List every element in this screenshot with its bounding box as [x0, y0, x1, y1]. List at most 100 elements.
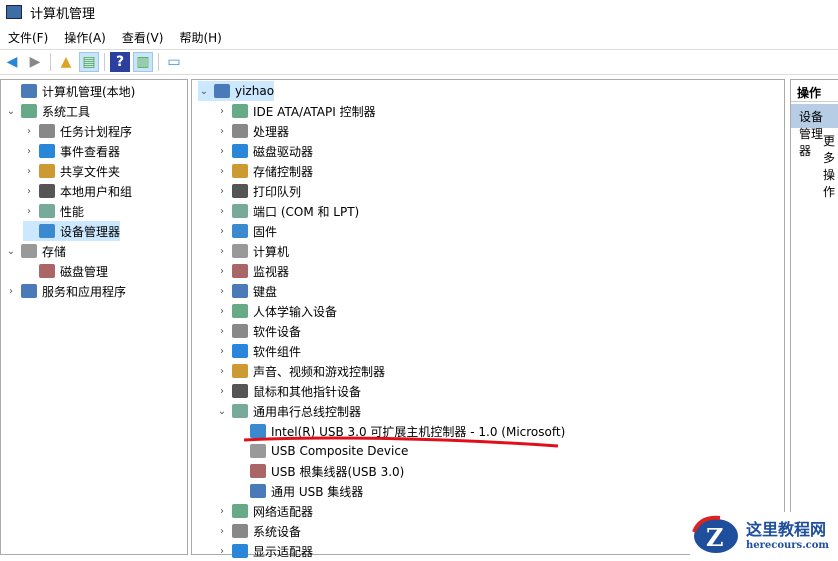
device-icon: [39, 264, 55, 278]
tree-item[interactable]: › 处理器: [216, 121, 289, 141]
chevron-right-icon[interactable]: ›: [216, 526, 228, 537]
tree-item[interactable]: ⌄ 系统工具: [5, 101, 90, 121]
forward-arrow-icon[interactable]: ▶: [25, 52, 45, 72]
tree-item[interactable]: › 任务计划程序: [23, 121, 132, 141]
tree-item[interactable]: 计算机管理(本地): [5, 81, 135, 101]
tree-item[interactable]: ⌄ yizhao: [198, 81, 275, 101]
tree-item[interactable]: › 存储控制器: [216, 161, 313, 181]
tree-item[interactable]: › 事件查看器: [23, 141, 120, 161]
tree-item-label: 监视器: [253, 264, 290, 279]
actions-device-manager[interactable]: 设备管理器: [791, 104, 838, 158]
tree-item[interactable]: › 软件设备: [216, 321, 301, 341]
tree-item[interactable]: › 计算机: [216, 241, 289, 261]
chevron-right-icon[interactable]: ›: [216, 166, 228, 177]
device-icon: [232, 264, 248, 278]
tree-item[interactable]: USB 根集线器(USB 3.0): [234, 461, 404, 481]
tree-item[interactable]: › IDE ATA/ATAPI 控制器: [216, 101, 376, 121]
chevron-right-icon[interactable]: ›: [216, 186, 228, 197]
chevron-right-icon[interactable]: ›: [216, 106, 228, 117]
chevron-right-icon[interactable]: ›: [23, 166, 35, 177]
monitor-icon[interactable]: ▭: [164, 52, 184, 72]
tree-item[interactable]: › 人体学输入设备: [216, 301, 337, 321]
device-icon: [39, 224, 55, 238]
chevron-right-icon[interactable]: ›: [216, 206, 228, 217]
tree-item[interactable]: 磁盘管理: [23, 261, 108, 281]
help-icon[interactable]: ?: [110, 52, 130, 72]
tree-item-label: 网络适配器: [253, 504, 314, 519]
device-icon: [232, 384, 248, 398]
device-icon: [39, 164, 55, 178]
up-folder-icon[interactable]: ▲: [56, 52, 76, 72]
tree-item[interactable]: › 性能: [23, 201, 84, 221]
tree-item[interactable]: › 显示适配器: [216, 541, 313, 561]
chevron-right-icon[interactable]: ›: [216, 126, 228, 137]
tree-item[interactable]: › 鼠标和其他指针设备: [216, 381, 361, 401]
tree-item-label: 处理器: [253, 124, 290, 139]
chevron-right-icon[interactable]: ›: [5, 286, 17, 297]
tree-item-label: 共享文件夹: [60, 164, 121, 179]
chevron-right-icon[interactable]: ›: [23, 186, 35, 197]
chevron-down-icon[interactable]: ⌄: [5, 246, 17, 257]
menu-help[interactable]: 帮助(H): [171, 26, 229, 48]
tree-item[interactable]: › 系统设备: [216, 521, 301, 541]
device-icon: [232, 344, 248, 358]
tree-item-label: 声音、视频和游戏控制器: [253, 364, 386, 379]
show-hide-tree-icon[interactable]: ▤: [79, 52, 99, 72]
tree-item[interactable]: › 网络适配器: [216, 501, 313, 521]
chevron-down-icon[interactable]: ⌄: [216, 406, 228, 417]
device-icon: [232, 144, 248, 158]
chevron-right-icon[interactable]: ›: [216, 506, 228, 517]
tree-item[interactable]: ⌄ 存储: [5, 241, 66, 261]
chevron-right-icon[interactable]: ›: [216, 146, 228, 157]
menu-action[interactable]: 操作(A): [56, 26, 114, 48]
back-arrow-icon[interactable]: ◀: [2, 52, 22, 72]
chevron-right-icon[interactable]: ›: [216, 306, 228, 317]
tree-item-label: 设备管理器: [60, 224, 121, 239]
tree-item[interactable]: › 打印队列: [216, 181, 301, 201]
svg-text:Z: Z: [706, 523, 724, 552]
chevron-right-icon[interactable]: ›: [216, 326, 228, 337]
tree-item[interactable]: › 声音、视频和游戏控制器: [216, 361, 385, 381]
tree-item-label: 系统设备: [253, 524, 302, 539]
device-icon: [232, 204, 248, 218]
watermark-logo: Z 这里教程网 herecours.com: [690, 512, 838, 555]
show-action-pane-icon[interactable]: ▥: [133, 52, 153, 72]
chevron-right-icon[interactable]: ›: [216, 386, 228, 397]
chevron-right-icon[interactable]: ›: [23, 206, 35, 217]
logo-z-icon: Z: [692, 515, 738, 553]
tree-item[interactable]: ⌄ 通用串行总线控制器: [216, 401, 361, 421]
chevron-right-icon[interactable]: ›: [23, 146, 35, 157]
tree-item[interactable]: › 磁盘驱动器: [216, 141, 313, 161]
chevron-right-icon[interactable]: ›: [216, 346, 228, 357]
chevron-right-icon[interactable]: ›: [216, 226, 228, 237]
tree-item[interactable]: › 服务和应用程序: [5, 281, 126, 301]
tree-item[interactable]: 设备管理器: [23, 221, 121, 241]
console-tree: 计算机管理(本地) ⌄ 系统工具 › 任务计划程序 › 事件查看器 › 共享文件夹 › 本地用户和组…: [0, 79, 188, 555]
device-icon: [232, 544, 248, 558]
tree-item-label: 显示适配器: [253, 544, 314, 559]
menu-file[interactable]: 文件(F): [0, 26, 56, 48]
more-actions-link[interactable]: 更多操作: [823, 132, 838, 200]
menu-view[interactable]: 查看(V): [114, 26, 172, 48]
device-icon: [21, 104, 37, 118]
chevron-right-icon[interactable]: ›: [216, 246, 228, 257]
device-icon: [39, 124, 55, 138]
device-icon: [250, 484, 266, 498]
tree-item[interactable]: › 本地用户和组: [23, 181, 132, 201]
tree-item[interactable]: › 软件组件: [216, 341, 301, 361]
tree-item-label: 人体学输入设备: [253, 304, 338, 319]
logo-url: herecours.com: [746, 540, 830, 551]
chevron-right-icon[interactable]: ›: [216, 286, 228, 297]
tree-item[interactable]: › 固件: [216, 221, 277, 241]
chevron-down-icon[interactable]: ⌄: [5, 106, 17, 117]
chevron-down-icon[interactable]: ⌄: [198, 86, 210, 97]
chevron-right-icon[interactable]: ›: [216, 266, 228, 277]
tree-item[interactable]: › 监视器: [216, 261, 289, 281]
chevron-right-icon[interactable]: ›: [216, 366, 228, 377]
tree-item[interactable]: › 键盘: [216, 281, 277, 301]
device-icon: [232, 524, 248, 538]
chevron-right-icon[interactable]: ›: [23, 126, 35, 137]
tree-item[interactable]: › 共享文件夹: [23, 161, 120, 181]
tree-item[interactable]: › 端口 (COM 和 LPT): [216, 201, 359, 221]
tree-item[interactable]: 通用 USB 集线器: [234, 481, 363, 501]
